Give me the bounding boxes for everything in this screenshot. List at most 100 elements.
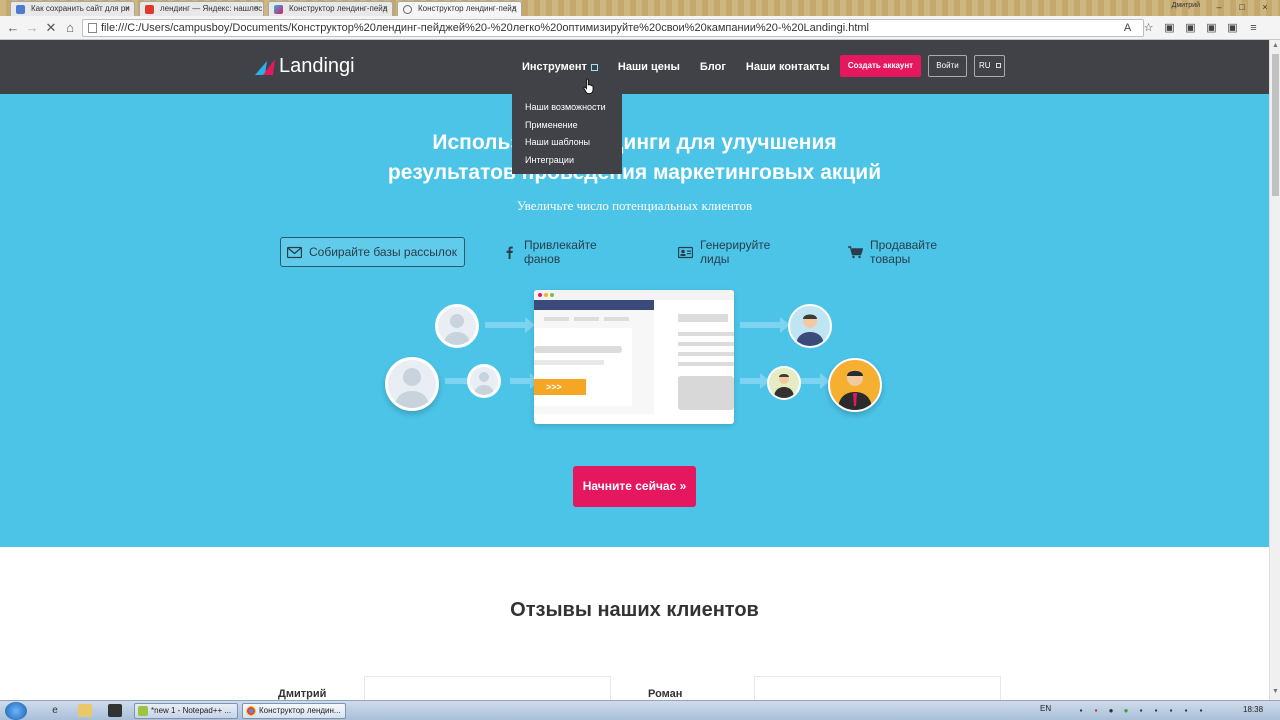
dropdown-item-features[interactable]: Наши возможности <box>512 99 622 117</box>
tray-icon[interactable]: ▪ <box>1181 705 1191 716</box>
close-window-icon[interactable]: × <box>1254 1 1276 14</box>
chevron-down-icon <box>995 63 1001 69</box>
close-icon[interactable]: × <box>383 2 388 15</box>
browser-tab[interactable]: лендинг — Яндекс: нашлос × <box>139 1 264 16</box>
feature-label: Собирайте базы рассылок <box>309 245 457 259</box>
menu-item-prices[interactable]: Наши цены <box>618 61 680 73</box>
tab-label: Конструктор лендинг-пейд <box>418 4 517 13</box>
profile-name[interactable]: Дмитрий <box>1172 2 1200 9</box>
review-author: Дмитрий <box>278 688 327 700</box>
customer-avatar-icon <box>767 366 801 400</box>
folder-icon[interactable] <box>78 704 92 717</box>
home-icon[interactable]: ⌂ <box>62 20 78 36</box>
minimize-icon[interactable]: – <box>1208 1 1230 14</box>
taskbar-chrome[interactable]: Конструктор лендин... <box>242 703 346 719</box>
taskbar-clock[interactable]: 18:38 <box>1243 705 1263 714</box>
loading-icon <box>403 5 412 14</box>
hero-subtitle: Увеличьте число потенциальных клиентов <box>516 198 753 213</box>
close-icon[interactable]: × <box>125 2 130 15</box>
scroll-down-icon[interactable]: ▼ <box>1272 688 1279 695</box>
tray-icon[interactable]: ▪ <box>1091 705 1101 716</box>
window-controls: – □ × <box>1208 1 1276 14</box>
language-select[interactable]: RU <box>974 55 1005 77</box>
create-account-button[interactable]: Создать аккаунт <box>840 55 921 77</box>
tab-label: Конструктор лендинг-пейд <box>289 4 388 13</box>
notepad-icon <box>138 706 148 716</box>
feature-label: Генерируйте лиды <box>700 238 771 266</box>
browser-tab[interactable]: Как сохранить сайт для ри × <box>10 1 135 16</box>
close-icon[interactable]: × <box>512 2 517 15</box>
review-card <box>754 676 1001 700</box>
user-avatar-icon <box>435 304 479 348</box>
task-label: Конструктор лендин... <box>259 706 341 715</box>
translate-icon[interactable]: A <box>1120 21 1135 36</box>
feature-label: Привлекайте фанов <box>524 238 597 266</box>
tray-icon[interactable]: ▪ <box>1166 705 1176 716</box>
extension-icon[interactable]: ▣ <box>1204 21 1219 36</box>
cart-icon <box>848 245 864 259</box>
tray-icon[interactable]: ▪ <box>1136 705 1146 716</box>
tab-label: лендинг — Яндекс: нашлос <box>160 4 263 13</box>
caret-icon <box>590 63 598 71</box>
reviews-title: Отзывы наших клиентов <box>510 599 759 621</box>
dropdown-item-usage[interactable]: Применение <box>512 117 622 135</box>
instrument-dropdown: Наши возможности Применение Наши шаблоны… <box>512 94 622 174</box>
input-language[interactable]: EN <box>1040 704 1051 713</box>
feature-tab-products[interactable]: Продавайте товары <box>848 237 937 267</box>
mockup-button: >>> <box>534 379 586 395</box>
star-icon[interactable]: ☆ <box>1141 21 1156 36</box>
site-header: Landingi Инструмент Наши цены Блог Наши … <box>0 40 1269 94</box>
forward-icon[interactable]: → <box>24 20 40 36</box>
tray-icon[interactable]: ▪ <box>1076 705 1086 716</box>
feature-tab-mailing[interactable]: Собирайте базы рассылок <box>280 237 465 267</box>
browser-tab-strip: Как сохранить сайт для ри × лендинг — Ян… <box>0 0 1280 16</box>
menu-item-instrument[interactable]: Инструмент <box>522 61 598 73</box>
tray-icon[interactable]: ● <box>1106 705 1116 716</box>
landingi-logo[interactable]: Landingi <box>255 55 355 78</box>
scrollbar-thumb[interactable] <box>1272 54 1279 196</box>
id-card-icon <box>677 246 694 259</box>
close-icon[interactable]: × <box>254 2 259 15</box>
mail-icon <box>286 246 303 259</box>
hero-headline: Используйте лендинги для улучшения резул… <box>0 128 1269 188</box>
page-scrollbar[interactable]: ▲ ▼ <box>1269 40 1280 700</box>
os-taskbar: e *new 1 - Notepad++ ... Конструктор лен… <box>0 700 1280 720</box>
headline-line: Используйте лендинги для улучшения <box>432 131 837 154</box>
extension-icon[interactable]: ▣ <box>1225 21 1240 36</box>
dropdown-item-templates[interactable]: Наши шаблоны <box>512 134 622 152</box>
menu-item-contacts[interactable]: Наши контакты <box>746 61 830 73</box>
page-viewport: Landingi Инструмент Наши цены Блог Наши … <box>0 40 1269 700</box>
tray-icon[interactable]: ▪ <box>1151 705 1161 716</box>
facebook-icon <box>502 246 517 259</box>
ie-icon[interactable]: e <box>48 704 62 717</box>
back-icon[interactable]: ← <box>5 20 21 36</box>
maximize-icon[interactable]: □ <box>1231 1 1253 14</box>
customer-avatar-icon <box>828 358 882 412</box>
tray-icon[interactable]: ● <box>1121 705 1131 716</box>
dropdown-item-integrations[interactable]: Интеграции <box>512 152 622 170</box>
browser-tab[interactable]: Конструктор лендинг-пейд × <box>268 1 393 16</box>
address-bar[interactable]: file:///C:/Users/campusboy/Documents/Кон… <box>82 19 1144 37</box>
hero-section: Используйте лендинги для улучшения резул… <box>0 94 1269 547</box>
scroll-up-icon[interactable]: ▲ <box>1272 42 1279 49</box>
stop-icon[interactable]: ✕ <box>43 20 59 36</box>
feature-tab-fans[interactable]: Привлекайте фанов <box>502 237 597 267</box>
address-text: file:///C:/Users/campusboy/Documents/Кон… <box>101 22 869 34</box>
customer-avatar-icon <box>788 304 832 348</box>
app-icon[interactable] <box>108 704 122 717</box>
extension-icon[interactable]: ▣ <box>1183 21 1198 36</box>
taskbar-notepad[interactable]: *new 1 - Notepad++ ... <box>134 703 238 719</box>
extension-icon[interactable]: ▣ <box>1162 21 1177 36</box>
logo-text: Landingi <box>279 55 355 77</box>
login-button[interactable]: Войти <box>928 55 967 77</box>
mockup-titlebar <box>534 290 734 300</box>
start-now-button[interactable]: Начните сейчас » <box>573 466 696 507</box>
menu-icon[interactable]: ≡ <box>1246 21 1261 36</box>
start-button-icon[interactable] <box>5 702 27 720</box>
user-avatar-icon <box>467 364 501 398</box>
menu-item-blog[interactable]: Блог <box>700 61 726 73</box>
review-card <box>364 676 611 700</box>
browser-tab-active[interactable]: Конструктор лендинг-пейд × <box>397 1 522 16</box>
tray-icon[interactable]: ▪ <box>1196 705 1206 716</box>
feature-tab-leads[interactable]: Генерируйте лиды <box>677 237 771 267</box>
